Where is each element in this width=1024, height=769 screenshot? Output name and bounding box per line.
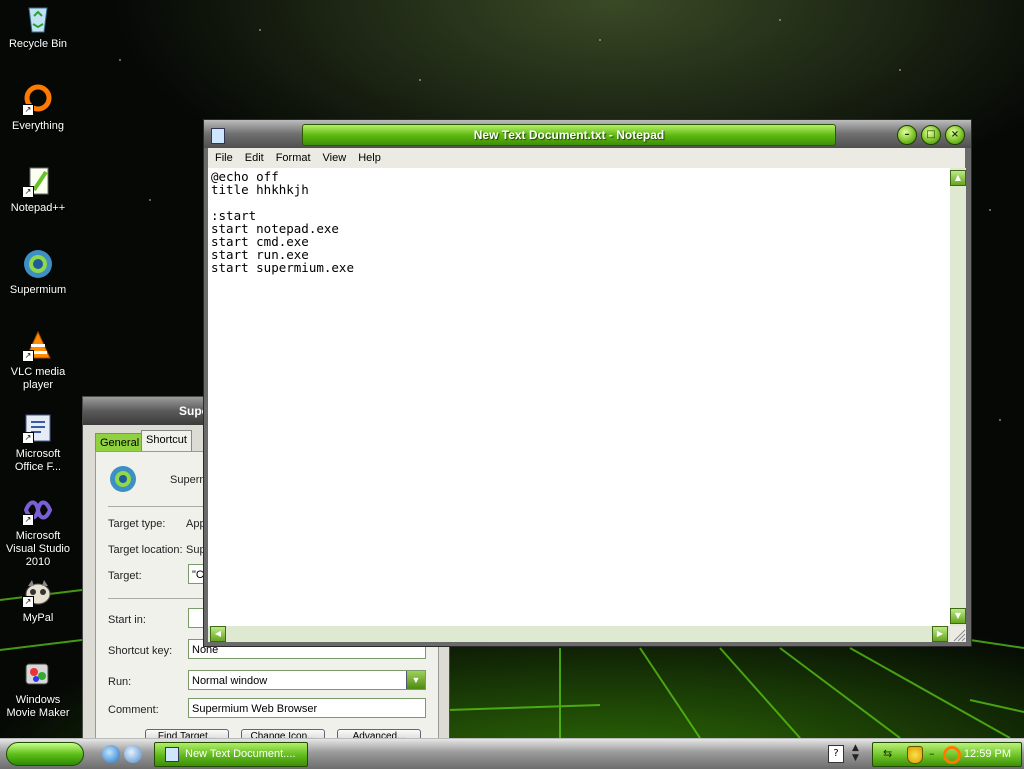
desktop-icon-label: Everything	[12, 120, 64, 132]
start-in-label: Start in:	[108, 614, 146, 626]
desktop-icon-recycle-bin[interactable]: Recycle Bin	[0, 2, 76, 51]
horizontal-scrollbar[interactable]: ◀ ▶	[208, 626, 950, 642]
title-plate: New Text Document.txt - Notepad	[302, 124, 836, 146]
editor-content[interactable]: @echo off title hhkhkjh :start start not…	[211, 170, 354, 274]
shortcut-arrow-icon: ↗	[22, 104, 34, 116]
window-title: New Text Document.txt - Notepad	[473, 128, 665, 142]
desktop-icon-label: Notepad++	[10, 202, 66, 214]
minimize-button[interactable]: –	[897, 125, 917, 145]
show-desktop-icon[interactable]	[124, 745, 142, 763]
shortcut-arrow-icon: ↗	[22, 186, 34, 198]
desktop-icon-label: Windows Movie Maker	[6, 694, 70, 719]
desktop-icon-visual-studio[interactable]: ↗ Microsoft Visual Studio 2010	[0, 494, 76, 569]
supermium-icon	[22, 248, 54, 280]
notepad-icon[interactable]	[211, 128, 225, 144]
shortcut-arrow-icon: ↗	[22, 596, 34, 608]
desktop-icon-everything[interactable]: ↗ Everything	[0, 84, 76, 133]
desktop-icon-office[interactable]: ↗ Microsoft Office F...	[0, 412, 76, 474]
desktop-icon-movie-maker[interactable]: Windows Movie Maker	[0, 658, 76, 720]
desktop-icon-label: Supermium	[9, 284, 67, 296]
everything-icon: ↗	[22, 84, 54, 116]
menu-edit[interactable]: Edit	[240, 148, 269, 168]
network-icon[interactable]: ⇆	[883, 747, 897, 761]
close-button[interactable]: ×	[945, 125, 965, 145]
window-controls: – □ ×	[893, 125, 965, 145]
menu-view[interactable]: View	[318, 148, 352, 168]
scroll-right-icon[interactable]: ▶	[932, 626, 948, 642]
notepad-window[interactable]: New Text Document.txt - Notepad – □ × File…	[203, 119, 972, 647]
desktop-icon-label: Microsoft Office F...	[14, 448, 62, 473]
office-icon: ↗	[22, 412, 54, 444]
scroll-left-icon[interactable]: ◀	[210, 626, 226, 642]
desktop-icon-notepad-plus-plus[interactable]: ↗ Notepad++	[0, 166, 76, 215]
internet-explorer-icon[interactable]	[102, 745, 120, 763]
shortcut-key-label: Shortcut key:	[108, 645, 173, 657]
mypal-icon: ↗	[22, 576, 54, 608]
movie-maker-icon	[22, 658, 54, 690]
menu-format[interactable]: Format	[271, 148, 316, 168]
taskbar: New Text Document.... ? ▲ ▼ ⇆ – 12:59 PM	[0, 738, 1024, 769]
notepad-icon	[165, 746, 179, 762]
resize-grip-icon[interactable]	[950, 626, 966, 642]
scroll-down-icon[interactable]: ▼	[950, 608, 966, 624]
desktop-icon-label: Microsoft Visual Studio 2010	[5, 530, 70, 568]
recycle-bin-icon	[22, 2, 54, 34]
notepad-titlebar[interactable]: New Text Document.txt - Notepad – □ ×	[204, 120, 971, 148]
desktop-icon-label: MyPal	[22, 612, 54, 624]
menu-file[interactable]: File	[210, 148, 238, 168]
supermium-icon	[108, 464, 138, 494]
target-label: Target:	[108, 570, 142, 582]
shortcut-arrow-icon: ↗	[22, 432, 34, 444]
run-select[interactable]: Normal window ▼	[188, 670, 426, 690]
start-button[interactable]	[6, 742, 84, 766]
tab-general[interactable]: General	[95, 433, 145, 452]
shortcut-arrow-icon: ↗	[22, 514, 34, 526]
shortcut-arrow-icon: ↗	[22, 350, 34, 362]
visual-studio-icon: ↗	[22, 494, 54, 526]
taskbar-button-label: New Text Document....	[185, 748, 296, 760]
vlc-icon: ↗	[22, 330, 54, 362]
menu-bar: File Edit Format View Help	[208, 148, 965, 168]
menu-help[interactable]: Help	[353, 148, 386, 168]
chevron-down-icon[interactable]: ▼	[406, 671, 425, 689]
security-shield-icon[interactable]	[907, 746, 923, 764]
desktop-icon-vlc[interactable]: ↗ VLC media player	[0, 330, 76, 392]
tray-dash-icon[interactable]: –	[929, 747, 935, 760]
text-editor[interactable]: @echo off title hhkhkjh :start start not…	[208, 168, 950, 626]
help-icon[interactable]: ?	[828, 745, 844, 763]
target-type-label: Target type:	[108, 518, 166, 530]
notepad-plus-plus-icon: ↗	[22, 166, 54, 198]
comment-input[interactable]: Supermium Web Browser	[188, 698, 426, 718]
desktop-icon-label: VLC media player	[10, 366, 66, 391]
clock[interactable]: 12:59 PM	[964, 743, 1011, 766]
everything-icon[interactable]	[943, 746, 961, 764]
desktop-icon-label: Recycle Bin	[8, 38, 68, 50]
target-location-label: Target location:	[108, 544, 183, 556]
run-select-value: Normal window	[192, 675, 268, 687]
run-label: Run:	[108, 676, 132, 688]
maximize-button[interactable]: □	[921, 125, 941, 145]
tab-shortcut[interactable]: Shortcut	[141, 430, 192, 452]
language-bar-icon[interactable]: ▲ ▼	[852, 743, 859, 763]
scroll-up-icon[interactable]: ▲	[950, 170, 966, 186]
desktop-icon-supermium[interactable]: Supermium	[0, 248, 76, 297]
system-tray: ⇆ – 12:59 PM	[872, 742, 1022, 767]
desktop-icon-mypal[interactable]: ↗ MyPal	[0, 576, 76, 625]
taskbar-button-notepad[interactable]: New Text Document....	[154, 742, 308, 767]
comment-label: Comment:	[108, 704, 159, 716]
vertical-scrollbar[interactable]: ▲ ▼	[950, 168, 966, 626]
